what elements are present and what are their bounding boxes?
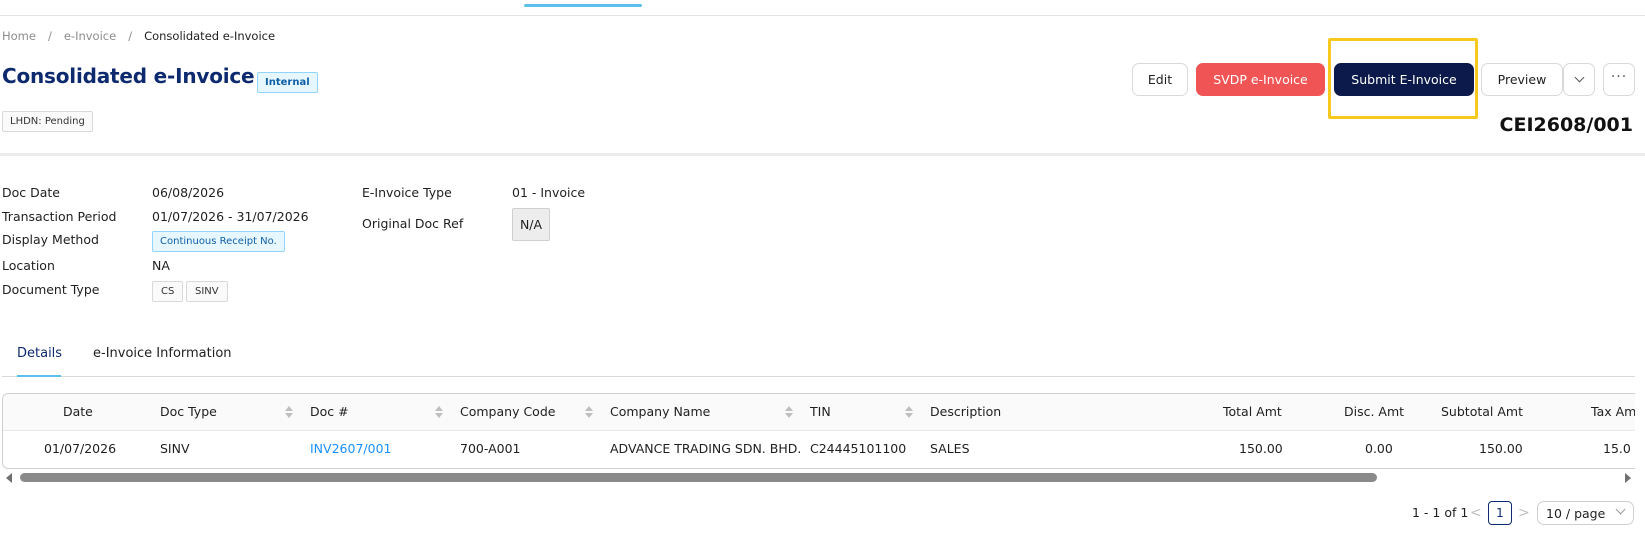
cell-disc-amt: 0.00 [1365, 441, 1393, 456]
preview-dropdown-button[interactable] [1563, 63, 1595, 96]
column-header-disc-amt[interactable]: Disc. Amt [1344, 404, 1404, 419]
internal-tag: Internal [257, 72, 318, 93]
tabs-bar: Details e-Invoice Information [2, 340, 1635, 377]
chevron-down-icon [1574, 72, 1584, 83]
cell-total-amt: 150.00 [1239, 441, 1283, 456]
scroll-left-arrow-icon[interactable] [6, 473, 12, 483]
sort-icon[interactable] [584, 405, 594, 419]
section-divider [0, 153, 1645, 156]
pagination-next-icon[interactable]: > [1518, 505, 1530, 521]
details-table: Date Doc Type Doc # Company Code Company… [2, 393, 1635, 469]
breadcrumb: Home / e-Invoice / Consolidated e-Invoic… [2, 29, 275, 43]
tab-details[interactable]: Details [17, 346, 62, 361]
submit-einvoice-button[interactable]: Submit E-Invoice [1334, 63, 1474, 96]
display-method-tag: Continuous Receipt No. [152, 231, 285, 252]
document-type-tag-sinv: SINV [186, 281, 228, 302]
document-number: CEI2608/001 [1499, 114, 1633, 136]
more-actions-button[interactable]: ··· [1603, 63, 1635, 96]
document-type-tag-cs: CS [152, 281, 184, 302]
edit-button[interactable]: Edit [1132, 63, 1188, 96]
column-header-date[interactable]: Date [63, 404, 93, 419]
top-nav-active-indicator [524, 4, 642, 7]
transaction-period-label: Transaction Period [2, 209, 117, 224]
breadcrumb-separator: / [47, 29, 52, 43]
cell-subtotal-amt: 150.00 [1479, 441, 1523, 456]
column-header-doc-number[interactable]: Doc # [310, 404, 349, 419]
chevron-down-icon [1615, 504, 1626, 515]
page-size-value: 10 / page [1546, 505, 1606, 521]
svdp-einvoice-button[interactable]: SVDP e-Invoice [1196, 63, 1325, 96]
tab-einvoice-information[interactable]: e-Invoice Information [93, 346, 232, 361]
tab-active-indicator [17, 375, 61, 377]
ellipsis-icon: ··· [1610, 68, 1628, 85]
pagination-total: 1 - 1 of 1 [1412, 505, 1469, 520]
original-doc-ref-value: N/A [512, 208, 550, 241]
breadcrumb-current: Consolidated e-Invoice [144, 29, 276, 43]
column-header-company-name[interactable]: Company Name [610, 404, 710, 419]
cell-tin: C24445101100 [810, 441, 907, 456]
location-value: NA [152, 258, 170, 273]
cell-doc-type: SINV [160, 441, 190, 456]
sort-icon[interactable] [284, 405, 294, 419]
table-header: Date Doc Type Doc # Company Code Company… [3, 394, 1635, 431]
location-label: Location [2, 258, 55, 273]
sort-icon[interactable] [434, 405, 444, 419]
sort-icon[interactable] [904, 405, 914, 419]
cell-doc-number-link[interactable]: INV2607/001 [310, 441, 391, 456]
column-header-tax-amt[interactable]: Tax Am [1591, 404, 1635, 419]
sort-icon[interactable] [784, 405, 794, 419]
column-header-doc-type[interactable]: Doc Type [160, 404, 217, 419]
cell-company-name: ADVANCE TRADING SDN. BHD. [610, 441, 802, 456]
document-type-label: Document Type [2, 282, 100, 297]
pagination-page-1[interactable]: 1 [1488, 501, 1512, 525]
scroll-right-arrow-icon[interactable] [1625, 473, 1631, 483]
pagination-prev-icon[interactable]: < [1470, 505, 1482, 521]
preview-button[interactable]: Preview [1481, 63, 1563, 96]
scrollbar-thumb[interactable] [20, 473, 1377, 482]
lhdn-status-badge: LHDN: Pending [2, 111, 93, 132]
doc-date-value: 06/08/2026 [152, 185, 225, 200]
breadcrumb-einvoice[interactable]: e-Invoice [64, 29, 116, 43]
column-header-description[interactable]: Description [930, 404, 1001, 419]
breadcrumb-home[interactable]: Home [2, 29, 36, 43]
transaction-period-value: 01/07/2026 - 31/07/2026 [152, 209, 309, 224]
breadcrumb-separator: / [128, 29, 133, 43]
doc-date-label: Doc Date [2, 185, 60, 200]
page-size-select[interactable]: 10 / page [1537, 501, 1634, 525]
cell-date: 01/07/2026 [44, 441, 117, 456]
einvoice-type-label: E-Invoice Type [362, 185, 452, 200]
cell-tax-amt: 15.0 [1603, 441, 1631, 456]
column-header-total-amt[interactable]: Total Amt [1223, 404, 1282, 419]
cell-description: SALES [930, 441, 970, 456]
cell-company-code: 700-A001 [460, 441, 521, 456]
column-header-subtotal-amt[interactable]: Subtotal Amt [1441, 404, 1523, 419]
page-title: Consolidated e-Invoice [2, 64, 255, 88]
top-navigation-bar [0, 0, 1645, 16]
einvoice-type-value: 01 - Invoice [512, 185, 586, 200]
original-doc-ref-label: Original Doc Ref [362, 216, 464, 231]
horizontal-scrollbar[interactable] [2, 471, 1635, 483]
display-method-label: Display Method [2, 232, 99, 247]
column-header-tin[interactable]: TIN [810, 404, 831, 419]
column-header-company-code[interactable]: Company Code [460, 404, 555, 419]
